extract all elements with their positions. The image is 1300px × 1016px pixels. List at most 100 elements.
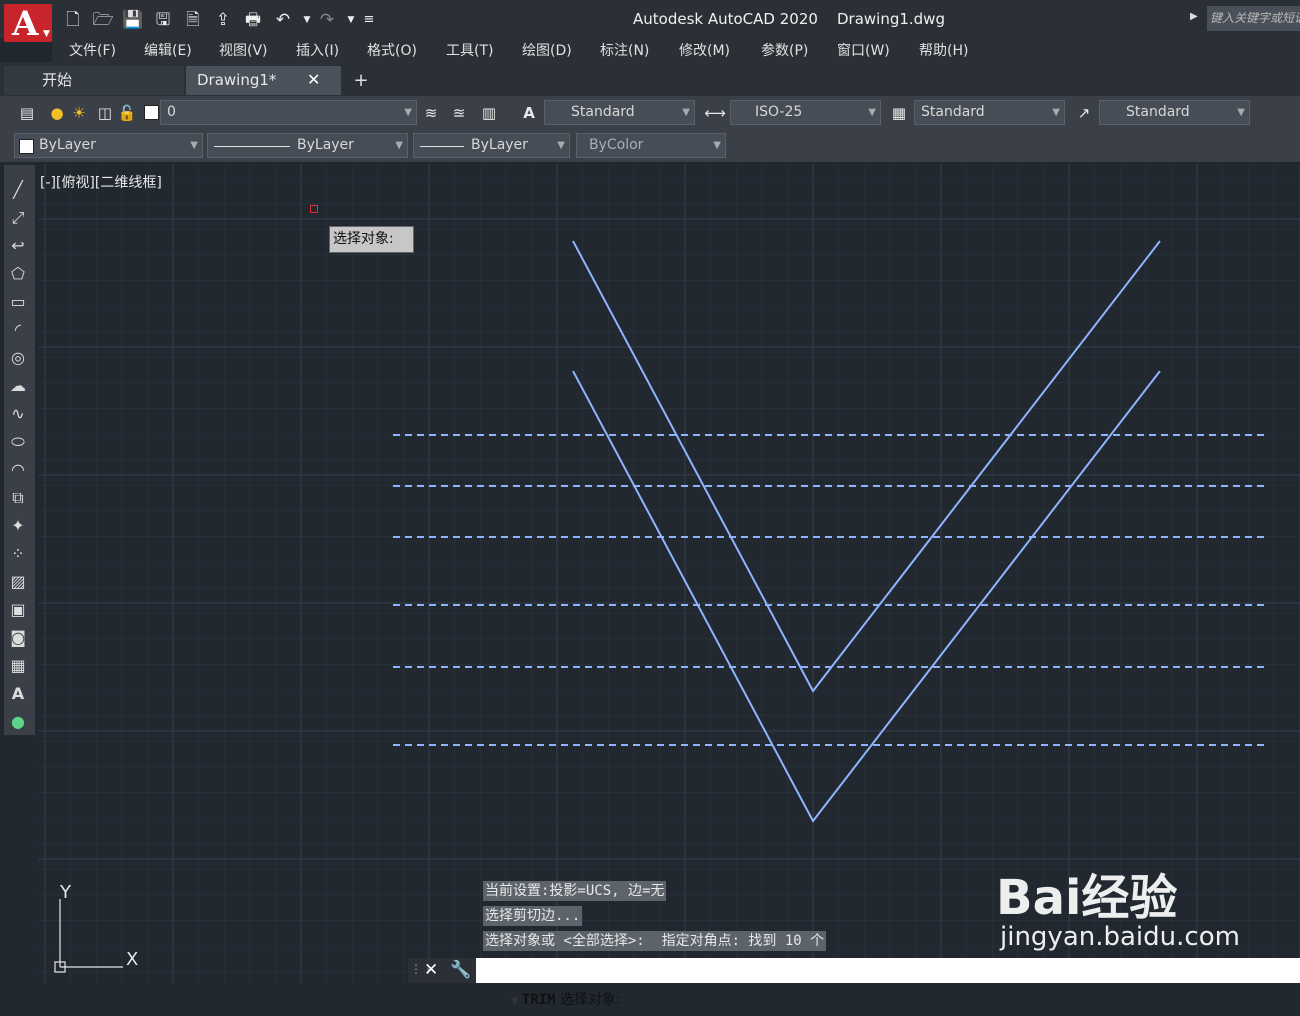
share-icon[interactable]: ⇪: [212, 9, 234, 31]
text-style-icon[interactable]: A: [518, 101, 540, 125]
table-style-icon[interactable]: ▦: [888, 101, 910, 125]
menu-insert[interactable]: 插入(I): [296, 40, 339, 60]
table-style-value: Standard: [921, 104, 985, 120]
color-swatch: [19, 139, 34, 154]
viewport-controls-label[interactable]: [-][俯视][二维线框]: [40, 172, 162, 192]
menu-tools[interactable]: 工具(T): [446, 40, 493, 60]
chevron-down-icon: ▼: [868, 107, 876, 118]
menu-view[interactable]: 视图(V): [219, 40, 268, 60]
new-file-icon[interactable]: 🗋: [62, 9, 84, 31]
add-selected-icon[interactable]: ●: [6, 710, 30, 734]
customize-toolbar-icon[interactable]: ≡: [358, 9, 380, 31]
menu-file[interactable]: 文件(F): [69, 40, 116, 60]
plot-style-dropdown[interactable]: ByColor ▼: [576, 133, 726, 158]
layer-on-icon: ●: [50, 104, 64, 122]
hatch-icon[interactable]: ▨: [6, 570, 30, 594]
application-menu-button[interactable]: A ▼: [4, 4, 52, 44]
arc-icon[interactable]: ◜: [6, 318, 30, 342]
circle-icon[interactable]: ◎: [6, 346, 30, 370]
undo-dropdown-icon[interactable]: ▼: [296, 9, 318, 31]
dimension-style-dropdown[interactable]: ISO-25 ▼: [730, 100, 881, 125]
linetype-preview: [214, 146, 290, 147]
plot-preview-icon[interactable]: 🗎: [182, 9, 204, 31]
multiline-text-icon[interactable]: A: [6, 682, 30, 706]
chevron-down-icon: ▼: [43, 29, 50, 39]
open-file-icon[interactable]: 🗁: [92, 9, 114, 31]
make-block-icon[interactable]: ✦: [6, 514, 30, 538]
new-tab-icon[interactable]: +: [350, 70, 372, 92]
baidu-watermark-url: jingyan.baidu.com: [1000, 922, 1240, 952]
menu-window[interactable]: 窗口(W): [837, 40, 890, 60]
table-style-dropdown[interactable]: Standard ▼: [914, 100, 1065, 125]
v-polyline[interactable]: [572, 240, 1161, 693]
search-input[interactable]: 键入关键字或短语: [1207, 6, 1300, 31]
line-icon[interactable]: ╱: [6, 178, 30, 202]
chevron-down-icon: ▼: [1237, 107, 1245, 118]
multileader-style-dropdown[interactable]: Standard ▼: [1099, 100, 1250, 125]
text-style-value: Standard: [571, 104, 635, 120]
v-polyline[interactable]: [572, 370, 1161, 823]
dimension-style-icon[interactable]: ⟷: [704, 101, 726, 125]
menu-edit[interactable]: 编辑(E): [144, 40, 192, 60]
dynamic-input-tooltip: 选择对象:: [329, 226, 414, 253]
command-name: TRIM: [521, 992, 556, 1008]
command-prompt: 选择对象:: [559, 992, 621, 1008]
polyline-icon[interactable]: ↩: [6, 234, 30, 258]
polygon-icon[interactable]: ⬠: [6, 262, 30, 286]
insert-block-icon[interactable]: ⧉: [6, 486, 30, 510]
layer-thaw-icon: ☀: [72, 104, 86, 122]
layer-previous-icon[interactable]: ≊: [448, 101, 470, 125]
region-icon[interactable]: ◙: [6, 626, 30, 650]
revision-cloud-icon[interactable]: ☁: [6, 374, 30, 398]
chevron-down-icon: ▼: [557, 140, 565, 151]
command-history-line: 选择剪切边...: [483, 906, 583, 926]
undo-icon[interactable]: ↶: [272, 9, 294, 31]
multileader-style-value: Standard: [1126, 104, 1190, 120]
lineweight-dropdown[interactable]: ByLayer ▼: [413, 133, 570, 158]
redo-icon[interactable]: ↷: [316, 9, 338, 31]
dimension-style-value: ISO-25: [755, 104, 803, 120]
wrench-icon[interactable]: 🔧: [450, 960, 471, 980]
command-line-input[interactable]: ▼ TRIM 选择对象:: [476, 958, 1300, 1008]
rectangle-icon[interactable]: ▭: [6, 290, 30, 314]
print-icon[interactable]: 🖶: [242, 9, 264, 31]
close-icon[interactable]: ✕: [307, 70, 320, 89]
layer-color-swatch: [144, 105, 159, 120]
multileader-style-icon[interactable]: ↗: [1073, 101, 1095, 125]
v-shape-group: [572, 240, 1161, 823]
menu-format[interactable]: 格式(O): [367, 40, 417, 60]
layer-state-icon[interactable]: ▥: [478, 101, 500, 125]
construction-line-icon[interactable]: ⤢: [6, 206, 30, 230]
window-title: Autodesk AutoCAD 2020 Drawing1.dwg: [633, 10, 945, 28]
gradient-icon[interactable]: ▣: [6, 598, 30, 622]
layer-dropdown[interactable]: 0 ▼: [160, 100, 417, 125]
color-dropdown[interactable]: ByLayer ▼: [14, 133, 203, 158]
tab-start[interactable]: 开始: [4, 66, 184, 95]
table-icon[interactable]: ▦: [6, 654, 30, 678]
layer-properties-icon[interactable]: ▤: [16, 101, 38, 125]
baidu-watermark-logo: Bai经验: [996, 870, 1178, 926]
menu-help[interactable]: 帮助(H): [919, 40, 968, 60]
spline-icon[interactable]: ∿: [6, 402, 30, 426]
menu-dimension[interactable]: 标注(N): [600, 40, 649, 60]
expand-arrow-icon[interactable]: ▶: [1190, 11, 1198, 22]
ellipse-arc-icon[interactable]: ◠: [6, 458, 30, 482]
text-style-dropdown[interactable]: Standard ▼: [544, 100, 695, 125]
make-current-layer-icon[interactable]: ≋: [420, 101, 442, 125]
linetype-dropdown[interactable]: ByLayer ▼: [207, 133, 408, 158]
close-icon[interactable]: ✕: [424, 960, 438, 980]
save-as-icon[interactable]: 🖫: [152, 9, 174, 31]
command-history-line: 当前设置:投影=UCS, 边=无: [483, 881, 667, 901]
ucs-y-label: Y: [60, 882, 71, 903]
chevron-down-icon[interactable]: ▼: [485, 996, 522, 1007]
menu-modify[interactable]: 修改(M): [679, 40, 730, 60]
ucs-icon: [54, 899, 123, 973]
dashed-line-group: [393, 434, 1264, 746]
save-icon[interactable]: 💾: [122, 9, 144, 31]
chevron-down-icon: ▼: [713, 140, 721, 151]
linetype-value: ByLayer: [297, 137, 354, 153]
point-icon[interactable]: ⁘: [6, 542, 30, 566]
menu-draw[interactable]: 绘图(D): [522, 40, 572, 60]
menu-parametric[interactable]: 参数(P): [761, 40, 808, 60]
ellipse-icon[interactable]: ⬭: [6, 430, 30, 454]
